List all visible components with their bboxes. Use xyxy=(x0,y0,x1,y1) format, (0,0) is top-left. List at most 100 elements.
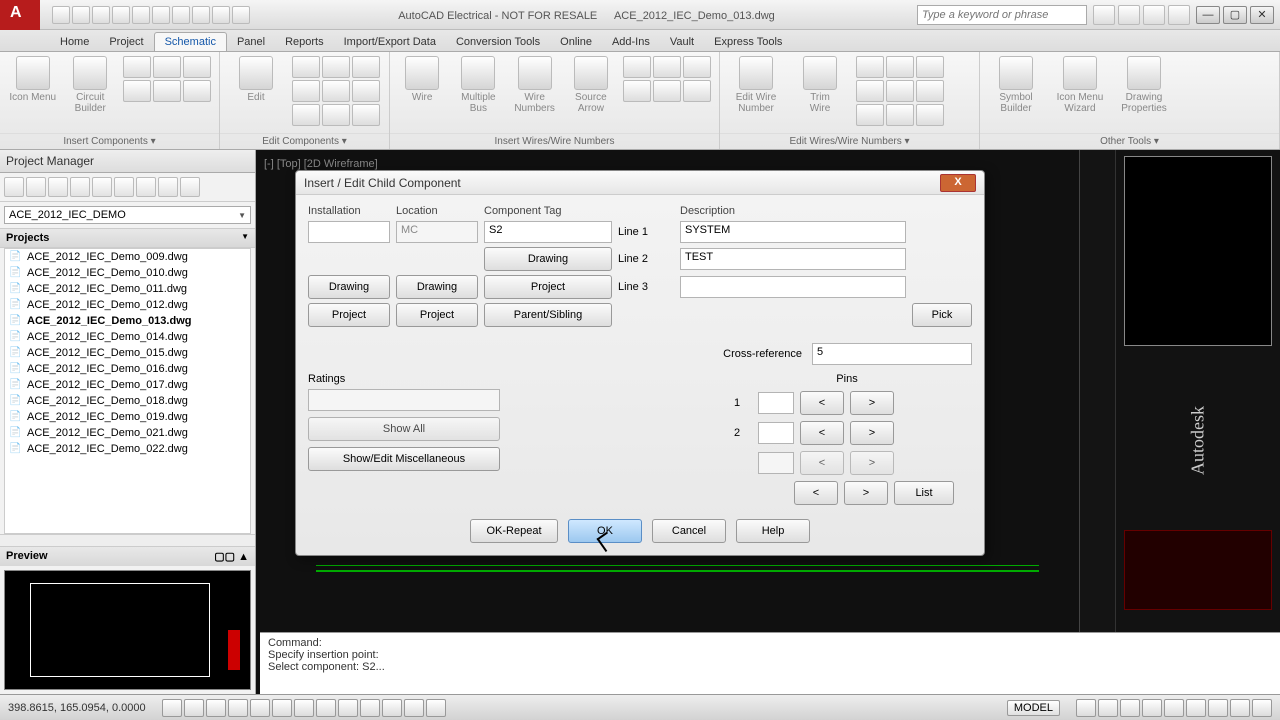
help-icon[interactable] xyxy=(1168,5,1190,25)
pm-tool-icon[interactable] xyxy=(4,177,24,197)
panel-label[interactable]: Insert Components ▾ xyxy=(0,133,219,149)
location-input[interactable]: MC xyxy=(396,221,478,243)
mini-btn[interactable] xyxy=(322,80,350,102)
panel-label[interactable]: Edit Wires/Wire Numbers ▾ xyxy=(720,133,979,149)
mini-btn[interactable] xyxy=(352,80,380,102)
pm-tool-icon[interactable] xyxy=(48,177,68,197)
dialog-close-button[interactable]: X xyxy=(940,174,976,192)
mini-btn[interactable] xyxy=(623,56,651,78)
wire-button[interactable]: Wire xyxy=(398,56,446,103)
status-toggle[interactable] xyxy=(360,699,380,717)
status-toggle[interactable] xyxy=(272,699,292,717)
drawing-file-item[interactable]: ACE_2012_IEC_Demo_018.dwg xyxy=(5,393,250,409)
qat-save-icon[interactable] xyxy=(92,6,110,24)
show-edit-misc-button[interactable]: Show/Edit Miscellaneous xyxy=(308,447,500,471)
pin-3-next-button[interactable]: > xyxy=(850,451,894,475)
tab-vault[interactable]: Vault xyxy=(660,33,704,51)
line2-input[interactable]: TEST xyxy=(680,248,906,270)
status-toggle[interactable] xyxy=(294,699,314,717)
pin-3-prev-button[interactable]: < xyxy=(800,451,844,475)
drawing-file-item[interactable]: ACE_2012_IEC_Demo_011.dwg xyxy=(5,281,250,297)
mini-btn[interactable] xyxy=(292,56,320,78)
mini-btn[interactable] xyxy=(352,104,380,126)
mini-btn[interactable] xyxy=(916,56,944,78)
panel-label[interactable]: Insert Wires/Wire Numbers xyxy=(390,133,719,149)
pm-tool-icon[interactable] xyxy=(158,177,178,197)
dialog-titlebar[interactable]: Insert / Edit Child Component X xyxy=(296,171,984,195)
qat-undo-icon[interactable] xyxy=(132,6,150,24)
mini-btn[interactable] xyxy=(623,80,651,102)
tab-online[interactable]: Online xyxy=(550,33,602,51)
mini-btn[interactable] xyxy=(653,56,681,78)
mini-btn[interactable] xyxy=(653,80,681,102)
status-toggle[interactable] xyxy=(184,699,204,717)
pm-tool-icon[interactable] xyxy=(92,177,112,197)
search-input[interactable] xyxy=(917,5,1087,25)
mini-btn[interactable] xyxy=(153,80,181,102)
tag-drawing-button[interactable]: Drawing xyxy=(484,247,612,271)
preview-header[interactable]: Preview▢▢ ▲ xyxy=(0,546,255,566)
tag-project-button[interactable]: Project xyxy=(484,275,612,299)
model-space-button[interactable]: MODEL xyxy=(1007,700,1060,716)
search-icon[interactable] xyxy=(1093,5,1115,25)
loc-drawing-button[interactable]: Drawing xyxy=(396,275,478,299)
ratings-input[interactable] xyxy=(308,389,500,411)
status-toggle[interactable] xyxy=(1098,699,1118,717)
status-toggle[interactable] xyxy=(382,699,402,717)
drawing-properties-button[interactable]: Drawing Properties xyxy=(1116,56,1172,114)
tab-addins[interactable]: Add-Ins xyxy=(602,33,660,51)
mini-btn[interactable] xyxy=(886,80,914,102)
mini-btn[interactable] xyxy=(683,56,711,78)
mini-btn[interactable] xyxy=(183,80,211,102)
pins-list-button[interactable]: List xyxy=(894,481,954,505)
tab-reports[interactable]: Reports xyxy=(275,33,334,51)
status-toggle[interactable] xyxy=(162,699,182,717)
inst-project-button[interactable]: Project xyxy=(308,303,390,327)
mini-btn[interactable] xyxy=(322,56,350,78)
ok-repeat-button[interactable]: OK-Repeat xyxy=(470,519,558,543)
tab-express[interactable]: Express Tools xyxy=(704,33,792,51)
status-toggle[interactable] xyxy=(1208,699,1228,717)
panel-label[interactable]: Other Tools ▾ xyxy=(980,133,1279,149)
drawing-file-item[interactable]: ACE_2012_IEC_Demo_010.dwg xyxy=(5,265,250,281)
multiple-bus-button[interactable]: Multiple Bus xyxy=(454,56,502,114)
pin-2-prev-button[interactable]: < xyxy=(800,421,844,445)
projects-section[interactable]: Projects xyxy=(0,228,255,248)
status-toggle[interactable] xyxy=(1186,699,1206,717)
status-toggle[interactable] xyxy=(1252,699,1272,717)
minimize-button[interactable]: — xyxy=(1196,6,1220,24)
exchange-icon[interactable] xyxy=(1143,5,1165,25)
pm-tool-icon[interactable] xyxy=(136,177,156,197)
qat-next-icon[interactable] xyxy=(212,6,230,24)
drawing-file-item[interactable]: ACE_2012_IEC_Demo_021.dwg xyxy=(5,425,250,441)
show-all-button[interactable]: Show All xyxy=(308,417,500,441)
mini-btn[interactable] xyxy=(123,56,151,78)
drawing-file-item[interactable]: ACE_2012_IEC_Demo_017.dwg xyxy=(5,377,250,393)
qat-prev-icon[interactable] xyxy=(192,6,210,24)
status-toggle[interactable] xyxy=(338,699,358,717)
pm-tool-icon[interactable] xyxy=(26,177,46,197)
mini-btn[interactable] xyxy=(886,104,914,126)
pin-2-input[interactable] xyxy=(758,422,794,444)
component-tag-input[interactable]: S2 xyxy=(484,221,612,243)
status-toggle[interactable] xyxy=(1164,699,1184,717)
mini-btn[interactable] xyxy=(856,80,884,102)
ok-button[interactable]: OK xyxy=(568,519,642,543)
status-toggle[interactable] xyxy=(1120,699,1140,717)
drawing-file-item[interactable]: ACE_2012_IEC_Demo_009.dwg xyxy=(5,249,250,265)
tab-panel[interactable]: Panel xyxy=(227,33,275,51)
qat-refresh-icon[interactable] xyxy=(232,6,250,24)
icon-menu-wizard-button[interactable]: Icon Menu Wizard xyxy=(1052,56,1108,114)
pin-1-next-button[interactable]: > xyxy=(850,391,894,415)
mini-btn[interactable] xyxy=(916,80,944,102)
mini-btn[interactable] xyxy=(886,56,914,78)
viewport-label[interactable]: [-] [Top] [2D Wireframe] xyxy=(264,158,378,170)
restore-button[interactable]: ▢ xyxy=(1223,6,1247,24)
status-toggle[interactable] xyxy=(206,699,226,717)
drawing-file-item[interactable]: ACE_2012_IEC_Demo_013.dwg xyxy=(5,313,250,329)
mini-btn[interactable] xyxy=(856,56,884,78)
drawing-file-item[interactable]: ACE_2012_IEC_Demo_022.dwg xyxy=(5,441,250,457)
drawing-file-item[interactable]: ACE_2012_IEC_Demo_012.dwg xyxy=(5,297,250,313)
pin-2-next-button[interactable]: > xyxy=(850,421,894,445)
status-toggle[interactable] xyxy=(404,699,424,717)
